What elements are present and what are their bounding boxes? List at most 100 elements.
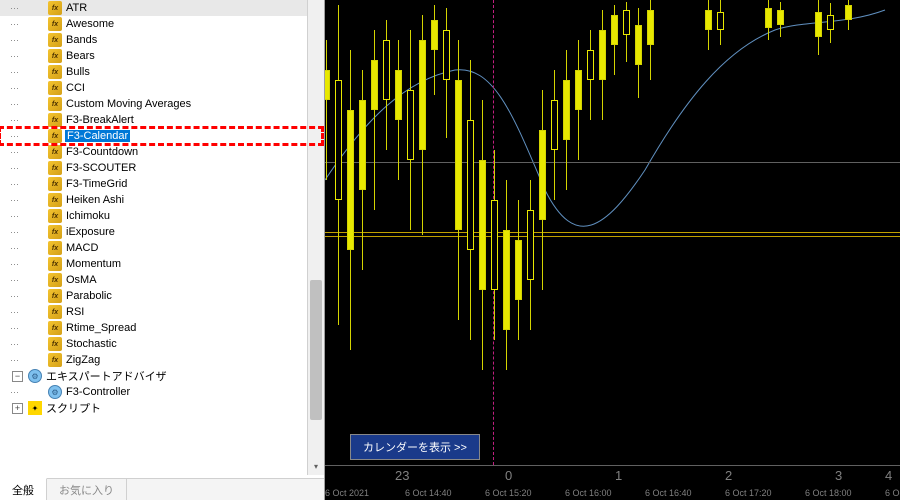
tree-item-label: CCI xyxy=(65,82,86,94)
tree-item-indicator[interactable]: ⋯ iExposure xyxy=(0,224,322,240)
expand-icon[interactable]: + xyxy=(12,403,23,414)
tree-item-indicator[interactable]: ⋯Bears xyxy=(0,48,322,64)
tree-line-icon: ⋯ xyxy=(10,131,20,142)
tree-item-expert[interactable]: ⋯ F3-Controller xyxy=(0,384,322,400)
tree-line-icon: ⋯ xyxy=(10,67,20,78)
gray-hline xyxy=(325,162,900,163)
scrollbar[interactable]: ▾ xyxy=(307,0,324,475)
date-tick: 6 Oct 14:40 xyxy=(405,488,452,498)
tree-item-indicator[interactable]: ⋯ F3-SCOUTER xyxy=(0,160,322,176)
date-tick: 6 Oct 2021 xyxy=(325,488,369,498)
tree-item-indicator[interactable]: ⋯ OsMA xyxy=(0,272,322,288)
date-tick: 6 Oct 17:20 xyxy=(725,488,772,498)
tree-item-indicator[interactable]: ⋯Bulls xyxy=(0,64,322,80)
indicator-icon xyxy=(48,161,62,175)
tree-item-label: Ichimoku xyxy=(65,210,111,222)
tree-item-label: Stochastic xyxy=(65,338,118,350)
tree-item-label: F3-Countdown xyxy=(65,146,139,158)
tree-item-indicator[interactable]: ⋯Awesome xyxy=(0,16,322,32)
tree-item-indicator[interactable]: ⋯ ATR xyxy=(0,0,322,16)
tree-line-icon: ⋯ xyxy=(10,307,20,318)
tree-item-label: F3-BreakAlert xyxy=(65,114,135,126)
tab-general[interactable]: 全般 xyxy=(0,478,47,500)
tree-line-icon: ⋯ xyxy=(10,243,20,254)
indicator-icon xyxy=(48,209,62,223)
chart-area[interactable]: カレンダーを表示 >> 23012346 Oct 20216 Oct 14:40… xyxy=(325,0,900,500)
hour-tick: 2 xyxy=(725,468,732,483)
date-tick: 6 Oct 18:00 xyxy=(805,488,852,498)
indicator-icon xyxy=(48,257,62,271)
tree-item-indicator[interactable]: ⋯Parabolic xyxy=(0,288,322,304)
indicator-icon xyxy=(48,273,62,287)
indicator-tree[interactable]: ⋯ATR⋯Awesome⋯Bands⋯Bears⋯Bulls⋯CCI⋯Custo… xyxy=(0,0,324,478)
indicator-icon xyxy=(48,1,62,15)
chart-body[interactable] xyxy=(325,0,900,465)
tree-item-indicator[interactable]: ⋯F3-TimeGrid xyxy=(0,176,322,192)
tree-item-indicator[interactable]: ⋯Ichimoku xyxy=(0,208,322,224)
tree-line-icon: ⋯ xyxy=(10,387,20,398)
tree-item-label: Heiken Ashi xyxy=(65,194,125,206)
tree-line-icon: ⋯ xyxy=(10,163,20,174)
tree-item-scripts[interactable]: + スクリプト xyxy=(0,400,322,416)
tree-item-indicator[interactable]: ⋯ MACD xyxy=(0,240,322,256)
calendar-show-button[interactable]: カレンダーを表示 >> xyxy=(350,434,480,460)
tree-line-icon: ⋯ xyxy=(10,339,20,350)
tree-line-icon: ⋯ xyxy=(10,147,20,158)
script-folder-icon xyxy=(28,401,42,415)
yellow-hline xyxy=(325,236,900,237)
tree-line-icon: ⋯ xyxy=(10,35,20,46)
tree-item-indicator[interactable]: ⋯ F3-Calendar xyxy=(0,128,322,144)
indicator-icon xyxy=(48,241,62,255)
tree-item-indicator[interactable]: ⋯ Stochastic xyxy=(0,336,322,352)
scroll-down-icon[interactable]: ▾ xyxy=(308,458,324,475)
tree-item-label: OsMA xyxy=(65,274,98,286)
tree-item-label: ZigZag xyxy=(65,354,101,366)
tree-item-indicator[interactable]: ⋯ F3-Countdown xyxy=(0,144,322,160)
tree-item-label: F3-Controller xyxy=(65,386,131,398)
tree-item-label: F3-SCOUTER xyxy=(65,162,137,174)
date-tick: 6 Oct 16:00 xyxy=(565,488,612,498)
indicator-icon xyxy=(48,129,62,143)
navigator-panel: ⋯ATR⋯Awesome⋯Bands⋯Bears⋯Bulls⋯CCI⋯Custo… xyxy=(0,0,325,500)
tree-item-label: Rtime_Spread xyxy=(65,322,137,334)
indicator-icon xyxy=(48,49,62,63)
tab-bar: 全般 お気に入り xyxy=(0,478,324,500)
date-tick: 6 Oct 15:20 xyxy=(485,488,532,498)
indicator-icon xyxy=(48,289,62,303)
tree-line-icon: ⋯ xyxy=(10,195,20,206)
tree-item-indicator[interactable]: ⋯ RSI xyxy=(0,304,322,320)
tree-item-label: F3-Calendar xyxy=(65,130,130,142)
tree-item-expert-advisors[interactable]: − エキスパートアドバイザ xyxy=(0,368,322,384)
collapse-icon[interactable]: − xyxy=(12,371,23,382)
tree-line-icon: ⋯ xyxy=(10,83,20,94)
tree-item-label: エキスパートアドバイザ xyxy=(45,368,168,384)
tree-item-label: MACD xyxy=(65,242,99,254)
tree-item-indicator[interactable]: ⋯ CCI xyxy=(0,80,322,96)
hour-tick: 0 xyxy=(505,468,512,483)
tree-item-label: Bands xyxy=(65,34,98,46)
tree-item-indicator[interactable]: ⋯Rtime_Spread xyxy=(0,320,322,336)
expert-icon xyxy=(48,385,62,399)
tree-item-indicator[interactable]: ⋯ZigZag xyxy=(0,352,322,368)
tree-line-icon: ⋯ xyxy=(10,275,20,286)
tab-favorites[interactable]: お気に入り xyxy=(47,479,127,500)
tree-item-indicator[interactable]: ⋯F3-BreakAlert xyxy=(0,112,322,128)
indicator-icon xyxy=(48,321,62,335)
tree-item-indicator[interactable]: ⋯ Heiken Ashi xyxy=(0,192,322,208)
tree-item-label: RSI xyxy=(65,306,85,318)
date-tick: 6 Oct 18:40 xyxy=(885,488,900,498)
tree-line-icon: ⋯ xyxy=(10,227,20,238)
indicator-icon xyxy=(48,33,62,47)
tree-item-label: iExposure xyxy=(65,226,116,238)
indicator-icon xyxy=(48,193,62,207)
tree-item-label: Momentum xyxy=(65,258,122,270)
tree-item-label: ATR xyxy=(65,2,88,14)
scrollbar-thumb[interactable] xyxy=(310,280,322,420)
tree-line-icon: ⋯ xyxy=(10,3,20,14)
tree-item-indicator[interactable]: ⋯Custom Moving Averages xyxy=(0,96,322,112)
indicator-icon xyxy=(48,225,62,239)
yellow-hline xyxy=(325,232,900,233)
tree-item-indicator[interactable]: ⋯Momentum xyxy=(0,256,322,272)
tree-item-indicator[interactable]: ⋯ Bands xyxy=(0,32,322,48)
tree-item-label: スクリプト xyxy=(45,400,102,416)
